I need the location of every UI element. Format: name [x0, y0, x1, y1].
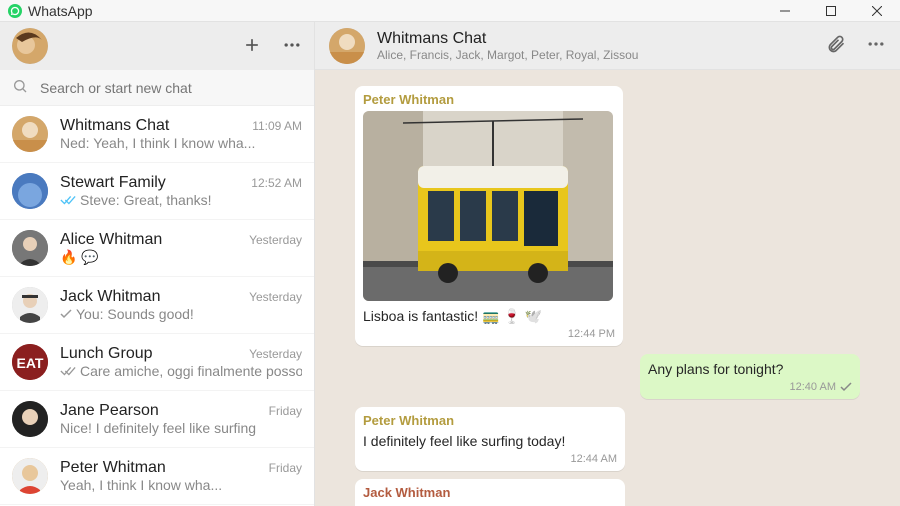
avatar — [12, 287, 48, 323]
attach-icon[interactable] — [826, 34, 846, 57]
message-incoming[interactable]: Peter Whitman — [355, 86, 623, 346]
chat-name: Stewart Family — [60, 174, 166, 192]
chat-preview: Yeah, I think I know wha... — [60, 477, 302, 493]
messages-area[interactable]: Peter Whitman — [315, 70, 900, 506]
message-text: I definitely feel like surfing today! — [363, 432, 617, 451]
menu-icon[interactable] — [282, 35, 302, 58]
whatsapp-logo-icon — [8, 4, 22, 18]
new-chat-icon[interactable] — [242, 35, 262, 58]
message-sender: Jack Whitman — [363, 485, 617, 500]
message-incoming[interactable]: Jack Whitman Tonight is the movie night!… — [355, 479, 625, 506]
chat-name: Alice Whitman — [60, 231, 162, 249]
chat-preview: Steve: Great, thanks! — [60, 192, 302, 208]
maximize-button[interactable] — [808, 0, 854, 22]
chat-preview: Ned: Yeah, I think I know wha... — [60, 135, 302, 151]
message-sender: Peter Whitman — [363, 92, 615, 107]
chat-preview: 🔥 💬 — [60, 249, 302, 266]
message-time: 12:44 PM — [568, 328, 615, 340]
chat-item-whitmans[interactable]: Whitmans Chat 11:09 AM Ned: Yeah, I think… — [0, 106, 314, 163]
chat-time: 12:52 AM — [251, 176, 302, 190]
sidebar: Whitmans Chat 11:09 AM Ned: Yeah, I think… — [0, 22, 315, 506]
chat-name: Lunch Group — [60, 345, 153, 363]
message-text: Any plans for tonight? — [648, 360, 852, 379]
chat-name: Peter Whitman — [60, 459, 166, 477]
single-check-icon — [60, 308, 72, 320]
avatar — [12, 458, 48, 494]
chat-name: Jack Whitman — [60, 288, 160, 306]
chat-item-stewart[interactable]: Stewart Family 12:52 AM Steve: Great, tha… — [0, 163, 314, 220]
chat-time: Yesterday — [249, 233, 302, 247]
search-input[interactable] — [40, 80, 302, 96]
chat-preview: Care amiche, oggi finalmente posso — [60, 363, 302, 379]
chat-time: Friday — [269, 404, 302, 418]
chat-item-lunch[interactable]: EAT Lunch Group Yesterday Care amiche, og… — [0, 334, 314, 391]
chat-item-peter[interactable]: Peter Whitman Friday Yeah, I think I know… — [0, 448, 314, 505]
chat-preview: You: Sounds good! — [60, 306, 302, 322]
conversation-pane: Whitmans Chat Alice, Francis, Jack, Marg… — [315, 22, 900, 506]
chat-name: Jane Pearson — [60, 402, 159, 420]
avatar — [12, 173, 48, 209]
avatar — [12, 116, 48, 152]
chat-item-jane[interactable]: Jane Pearson Friday Nice! I definitely fe… — [0, 391, 314, 448]
search-icon — [12, 78, 28, 97]
svg-text:EAT: EAT — [17, 355, 44, 371]
chat-avatar[interactable] — [329, 28, 365, 64]
message-sender: Peter Whitman — [363, 413, 617, 428]
chat-time: Yesterday — [249, 347, 302, 361]
avatar — [12, 230, 48, 266]
chat-list[interactable]: Whitmans Chat 11:09 AM Ned: Yeah, I think… — [0, 106, 314, 506]
my-avatar[interactable] — [12, 28, 48, 64]
avatar — [12, 401, 48, 437]
double-check-icon — [60, 194, 76, 206]
image-attachment[interactable] — [363, 111, 613, 301]
sidebar-header — [0, 22, 314, 70]
chat-members: Alice, Francis, Jack, Margot, Peter, Roy… — [377, 48, 826, 62]
chat-item-alice[interactable]: Alice Whitman Yesterday 🔥 💬 — [0, 220, 314, 277]
chat-name: Whitmans Chat — [60, 117, 169, 135]
menu-icon[interactable] — [866, 34, 886, 57]
chat-item-jack[interactable]: Jack Whitman Yesterday You: Sounds good! — [0, 277, 314, 334]
chat-time: Friday — [269, 461, 302, 475]
titlebar: WhatsApp — [0, 0, 900, 22]
window-title: WhatsApp — [28, 3, 93, 19]
close-button[interactable] — [854, 0, 900, 22]
chat-time: 11:09 AM — [252, 119, 302, 133]
message-time: 12:40 AM — [790, 381, 836, 393]
chat-time: Yesterday — [249, 290, 302, 304]
chat-preview: Nice! I definitely feel like surfing — [60, 420, 302, 436]
search-bar[interactable] — [0, 70, 314, 106]
message-time: 12:44 AM — [571, 453, 617, 465]
message-incoming[interactable]: Peter Whitman I definitely feel like sur… — [355, 407, 625, 471]
conversation-header[interactable]: Whitmans Chat Alice, Francis, Jack, Marg… — [315, 22, 900, 70]
chat-title: Whitmans Chat — [377, 30, 826, 48]
single-check-icon — [840, 382, 852, 392]
minimize-button[interactable] — [762, 0, 808, 22]
double-check-icon — [60, 365, 76, 377]
message-text: Lisboa is fantastic! 🚃 🍷 🕊️ — [363, 307, 615, 326]
avatar: EAT — [12, 344, 48, 380]
message-outgoing[interactable]: Any plans for tonight? 12:40 AM — [640, 354, 860, 399]
